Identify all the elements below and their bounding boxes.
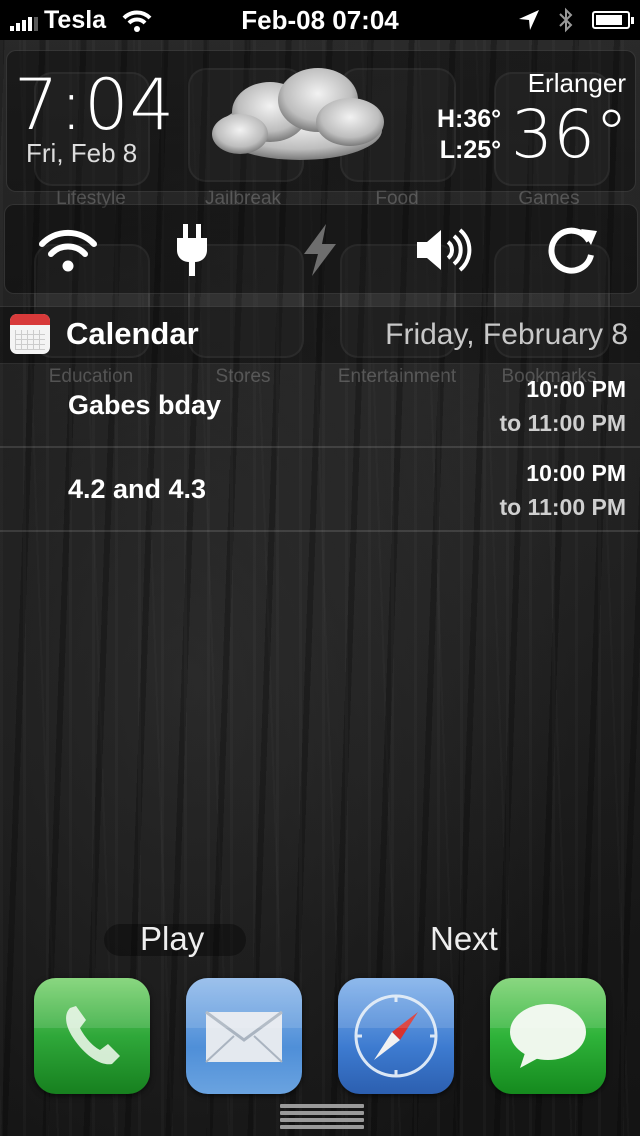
event-end: to 11:00 PM (499, 494, 626, 520)
event-end: to 11:00 PM (499, 410, 626, 436)
dock-app-phone[interactable] (34, 978, 150, 1094)
dock-app-mail[interactable] (186, 978, 302, 1094)
speech-bubble-icon (490, 978, 606, 1068)
clock-time: 7:04 (14, 64, 176, 146)
weather-city: Erlanger (527, 68, 626, 98)
status-bar: Tesla Feb-08 07:04 (0, 0, 640, 40)
calendar-icon (10, 314, 50, 354)
weather-low: L:25° (439, 136, 502, 164)
status-right (518, 7, 634, 33)
weather-high-low: H:36° L:25° (437, 104, 501, 166)
event-name: Gabes bday (68, 390, 222, 420)
lightning-icon (304, 224, 336, 276)
event-name: 4.2 and 4.3 (68, 474, 207, 504)
wifi-icon (39, 229, 97, 272)
power-toggle[interactable] (162, 222, 222, 278)
flash-toggle[interactable] (290, 222, 350, 278)
weather-high: H:36° (437, 105, 502, 133)
location-arrow-icon (519, 10, 539, 30)
rotation-toggle[interactable] (542, 222, 602, 278)
phone-icon (34, 978, 150, 1065)
calendar-title: Calendar (66, 316, 199, 351)
bluetooth-icon (559, 7, 573, 33)
sound-toggle[interactable] (414, 222, 474, 278)
next-button[interactable]: Next (430, 920, 498, 958)
battery-icon (592, 11, 634, 29)
dock-app-safari[interactable] (338, 978, 454, 1094)
dock-app-messages[interactable] (490, 978, 606, 1094)
mail-icon (186, 978, 302, 1063)
clock-date: Fri, Feb 8 (26, 138, 138, 168)
plug-icon (177, 224, 207, 276)
grabber-handle[interactable] (280, 1104, 364, 1136)
event-start: 10:00 PM (526, 376, 626, 402)
calendar-event[interactable]: 4.2 and 4.3 10:00 PM to 11:00 PM (0, 448, 640, 532)
rotate-icon (548, 227, 597, 274)
wifi-toggle[interactable] (38, 222, 98, 278)
compass-icon (338, 978, 454, 1078)
calendar-event[interactable]: Gabes bday 10:00 PM to 11:00 PM (0, 364, 640, 448)
weather-temp: 36° (511, 96, 628, 173)
cloud-icon (212, 68, 384, 160)
play-button[interactable]: Play (140, 920, 204, 958)
event-start: 10:00 PM (526, 460, 626, 486)
speaker-icon (417, 228, 472, 272)
calendar-date: Friday, February 8 (385, 318, 628, 351)
